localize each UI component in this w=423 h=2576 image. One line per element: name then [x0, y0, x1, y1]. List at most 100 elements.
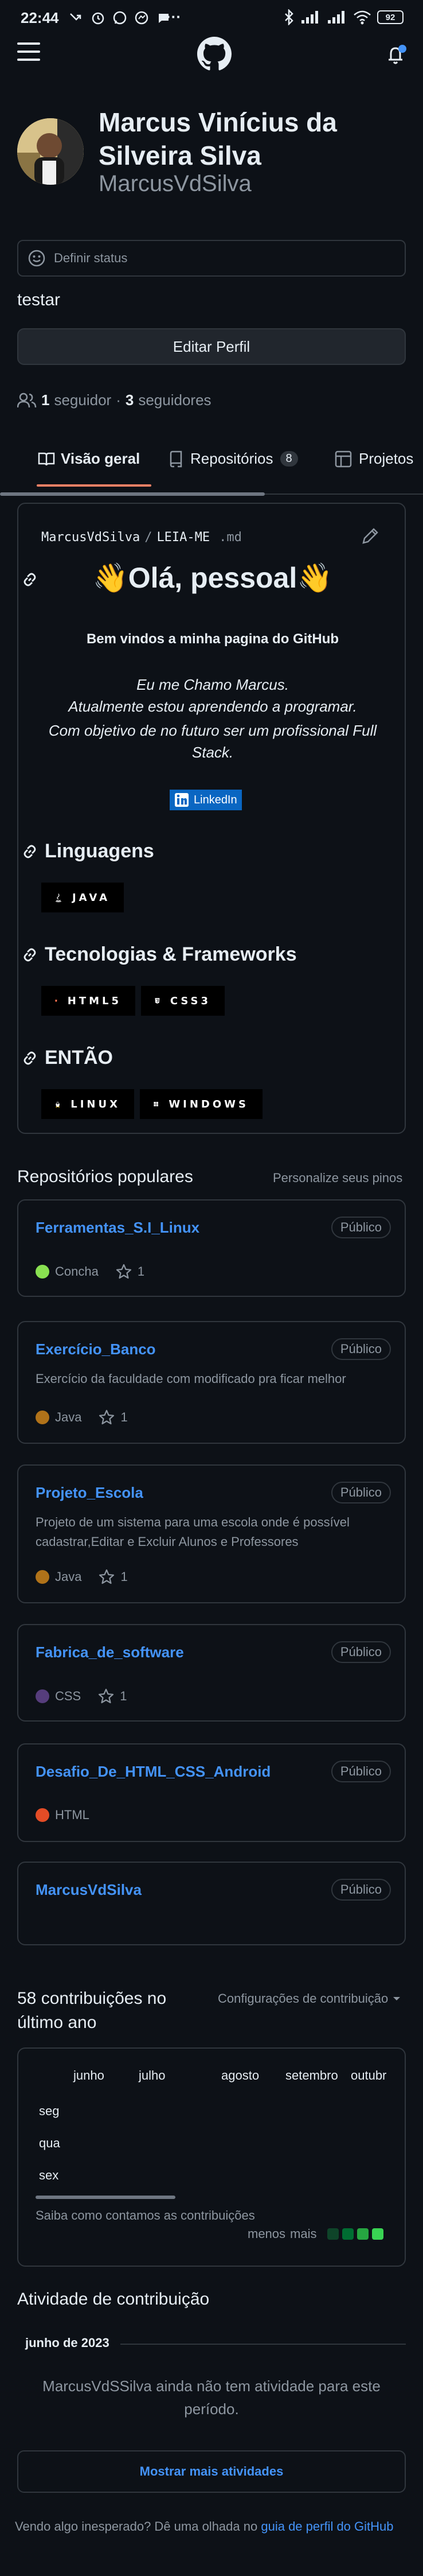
edit-profile-button[interactable]: Editar Perfil [17, 328, 406, 365]
repo-card[interactable]: MarcusVdSilva Público [17, 1862, 406, 1945]
badge-linux: LINUX [41, 1089, 134, 1119]
badge-java-label: JAVA [72, 891, 110, 904]
system-icons: 92 [283, 9, 404, 25]
linux-tux-icon [56, 1101, 60, 1108]
language-color-dot [36, 1265, 49, 1279]
language-color-dot [36, 1808, 49, 1822]
profile-name: Marcus Vinícius da Silveira Silva [99, 107, 337, 170]
readme-welcome: Bem vindos a minha pagina do GitHub [86, 631, 339, 647]
status-bar: 22:44 ··· 92 [0, 0, 423, 37]
popular-title: Repositórios populares [17, 1167, 193, 1186]
contribution-settings-dropdown[interactable]: Configurações de contribuição [218, 1991, 402, 2006]
bluetooth-icon [285, 9, 293, 25]
profile-bio: testar [17, 290, 61, 309]
legend-level-2 [342, 2228, 354, 2240]
language-color-dot [36, 1689, 49, 1703]
month-label: outubr [351, 2068, 387, 2082]
star-icon [99, 1409, 115, 1425]
readme-card: MarcusVdSilva / LEIA-ME .md 👋Olá, pessoa… [17, 503, 406, 1134]
signal-2-icon [328, 11, 344, 24]
badge-html5: HTML5 [41, 986, 135, 1016]
readme-path[interactable]: MarcusVdSilva / LEIA-ME .md [41, 530, 242, 545]
readme-slash: / [144, 530, 152, 545]
repo-meta: Java 1 [36, 1569, 128, 1585]
repo-stars: 1 [120, 1410, 128, 1424]
month-label: junho [73, 2068, 104, 2082]
repo-name[interactable]: MarcusVdSilva [36, 1881, 142, 1899]
status-input[interactable]: Definir status [17, 240, 406, 277]
anchor-link-icon [23, 948, 36, 961]
repo-name[interactable]: Projeto_Escola [36, 1484, 143, 1502]
repo-name[interactable]: Desafio_De_HTML_CSS_Android [36, 1763, 271, 1781]
day-label: sex [39, 2168, 59, 2182]
repo-stars: 1 [120, 1689, 127, 1703]
repo-meta: CSS 1 [36, 1688, 127, 1704]
heading-then: ENTÃO [21, 1047, 113, 1069]
tab-repositories[interactable]: Repositórios 8 [169, 450, 298, 468]
avatar[interactable] [17, 118, 84, 185]
legend-less: menos [248, 2227, 286, 2241]
linkedin-badge[interactable]: LinkedIn [170, 790, 242, 810]
linkedin-label: LinkedIn [194, 793, 237, 806]
readme-intro-line-3: Com objetivo de no futuro ser um profiss… [48, 722, 377, 761]
repo-language: HTML [55, 1808, 89, 1822]
tab-overview-label: Visão geral [61, 450, 140, 467]
graph-scrollbar[interactable] [36, 2196, 175, 2199]
alarm-icon [92, 12, 104, 25]
visibility-badge: Público [331, 1879, 391, 1901]
repo-description: Projeto de um sistema para uma escola on… [36, 1515, 350, 1549]
tab-repositories-label: Repositórios [190, 450, 273, 467]
caret-down-icon [393, 1997, 401, 2000]
heading-languages: Linguagens [21, 840, 154, 862]
html5-icon [55, 999, 57, 1003]
linkedin-icon [175, 793, 189, 807]
profile-guide-link[interactable]: guia de perfil do GitHub [261, 2519, 393, 2534]
month-label: agosto [221, 2068, 260, 2082]
how-we-count-link[interactable]: Saiba como contamos as contribuições [36, 2208, 255, 2223]
activity-month-divider [120, 2344, 406, 2345]
tab-overview-underline [37, 484, 151, 487]
notifications-bell-icon[interactable] [385, 44, 408, 67]
tabs-scrollbar[interactable] [0, 492, 265, 496]
github-logo-icon[interactable] [197, 37, 232, 71]
book-icon [38, 452, 55, 465]
hamburger-menu-icon[interactable] [17, 41, 41, 62]
tab-projects[interactable]: Projetos [335, 450, 413, 468]
star-icon [99, 1688, 114, 1704]
status-more: ··· [166, 8, 181, 25]
repo-card[interactable]: Desafio_De_HTML_CSS_Android Público HTML [17, 1743, 406, 1842]
repo-language: Java [55, 1410, 82, 1424]
show-more-activity-button[interactable]: Mostrar mais atividades [17, 2450, 406, 2493]
followers-separator: · [116, 391, 121, 409]
readme-intro-line-1: Eu me Chamo Marcus. [136, 676, 289, 693]
contribution-graph-card: junho julho agosto setembro outubr seg q… [17, 2047, 406, 2267]
tab-repositories-count: 8 [280, 451, 298, 467]
repo-name[interactable]: Ferramentas_S.I_Linux [36, 1219, 199, 1237]
repo-card[interactable]: Projeto_Escola Público Projeto de um sis… [17, 1464, 406, 1603]
repo-card[interactable]: Ferramentas_S.I_Linux Público Concha 1 [17, 1199, 406, 1297]
repo-meta: HTML [36, 1808, 89, 1823]
tab-overview[interactable]: Visão geral [38, 450, 140, 468]
repo-card[interactable]: Exercício_Banco Público Exercício da fac… [17, 1321, 406, 1444]
repo-name[interactable]: Exercício_Banco [36, 1341, 156, 1358]
badge-linux-label: LINUX [70, 1098, 120, 1110]
followers-row[interactable]: 1 seguidor · 3 seguidores [17, 391, 211, 409]
repo-meta: Java 1 [36, 1409, 128, 1425]
tab-projects-label: Projetos [359, 450, 414, 467]
activity-title: Atividade de contribuição [17, 2290, 210, 2309]
language-color-dot [36, 1570, 49, 1584]
footer-note: Vendo algo inesperado? Dê uma olhada no … [15, 2519, 394, 2534]
edit-pencil-icon[interactable] [360, 526, 381, 546]
activity-empty-message: MarcusVdSSilva ainda não tem atividade p… [42, 2377, 381, 2418]
repo-language: Java [55, 1569, 82, 1584]
repo-card[interactable]: Fabrica_de_software Público CSS 1 [17, 1624, 406, 1722]
battery-level: 92 [385, 12, 395, 22]
battery-icon: 92 [377, 10, 404, 24]
edit-profile-label: Editar Perfil [173, 337, 250, 355]
customize-pins-link[interactable]: Personalize seus pinos [273, 1171, 402, 1186]
activity-month: junho de 2023 [25, 2336, 109, 2350]
repo-name[interactable]: Fabrica_de_software [36, 1643, 184, 1661]
visibility-badge: Público [331, 1217, 391, 1238]
visibility-badge: Público [331, 1338, 391, 1360]
smiley-icon [28, 250, 45, 267]
